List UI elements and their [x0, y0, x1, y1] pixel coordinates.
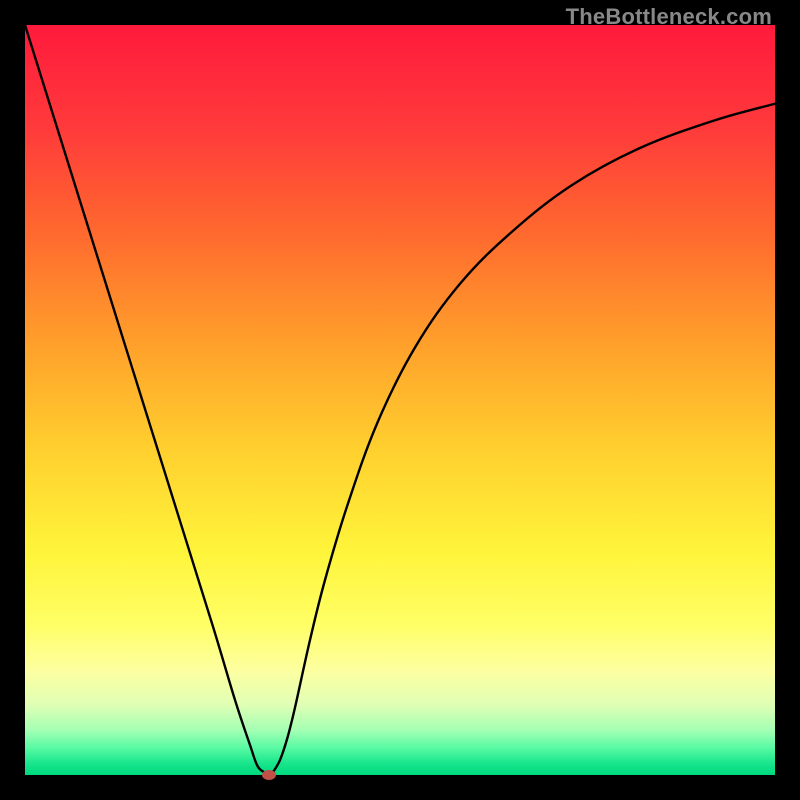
optimum-marker [262, 770, 276, 780]
bottleneck-curve [25, 25, 775, 775]
plot-area [25, 25, 775, 775]
chart-canvas: TheBottleneck.com [0, 0, 800, 800]
watermark-text: TheBottleneck.com [566, 4, 772, 30]
